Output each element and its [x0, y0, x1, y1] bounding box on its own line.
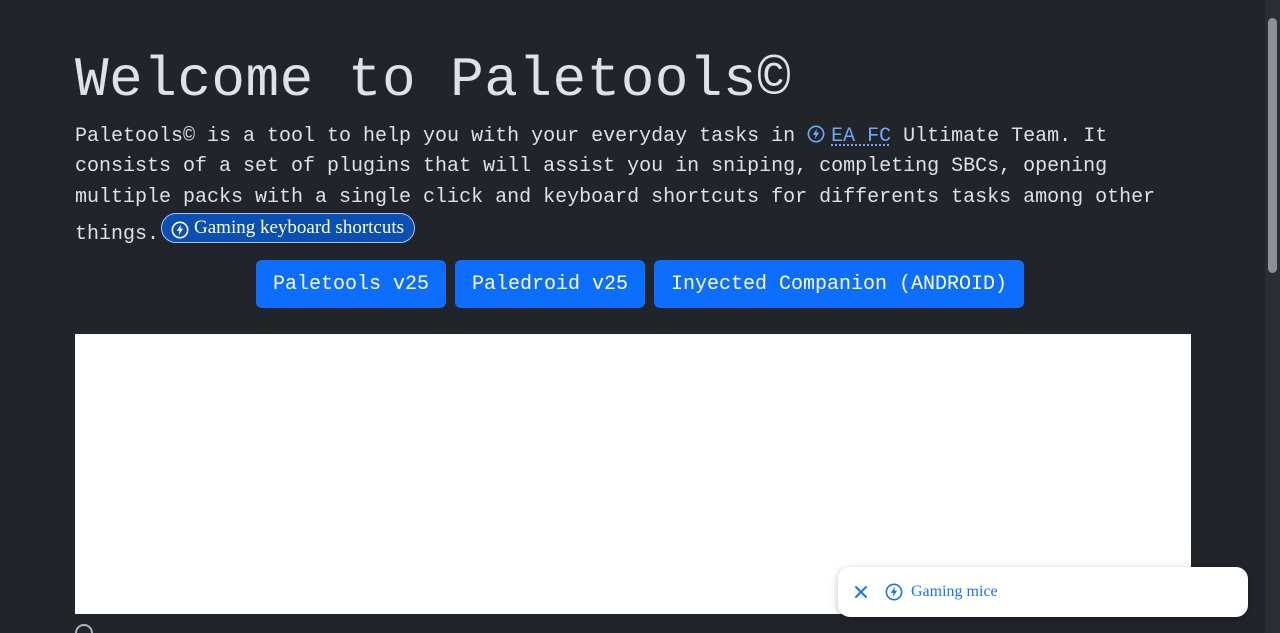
ea-fc-link[interactable]: EA FC [831, 125, 891, 148]
intro-text-start: Paletools© is a tool to help you with yo… [75, 125, 796, 148]
close-icon[interactable] [853, 584, 869, 600]
intro-paragraph: Paletools© is a tool to help you with yo… [75, 122, 1191, 250]
bolt-icon [807, 124, 825, 143]
download-buttons: Paletools v25 Paledroid v25 Inyected Com… [0, 260, 1280, 308]
chip-label: Gaming keyboard shortcuts [194, 216, 405, 238]
inyected-companion-button[interactable]: Inyected Companion (ANDROID) [654, 260, 1025, 308]
gaming-mice-link[interactable]: Gaming mice [885, 583, 998, 601]
bolt-icon [885, 583, 903, 601]
page-title: Welcome to Paletools© [75, 48, 792, 112]
partial-icon [75, 624, 93, 633]
main-content: Welcome to Paletools© Paletools© is a to… [75, 42, 1191, 250]
scrollbar[interactable] [1265, 0, 1280, 633]
gaming-mice-label: Gaming mice [911, 583, 998, 600]
paledroid-button[interactable]: Paledroid v25 [454, 260, 645, 308]
bolt-icon [171, 219, 189, 239]
gaming-keyboard-shortcuts-chip[interactable]: Gaming keyboard shortcuts [161, 212, 416, 243]
scroll-thumb[interactable] [1268, 18, 1277, 273]
paletools-button[interactable]: Paletools v25 [255, 260, 446, 308]
gaming-mice-popup: Gaming mice [838, 567, 1248, 617]
